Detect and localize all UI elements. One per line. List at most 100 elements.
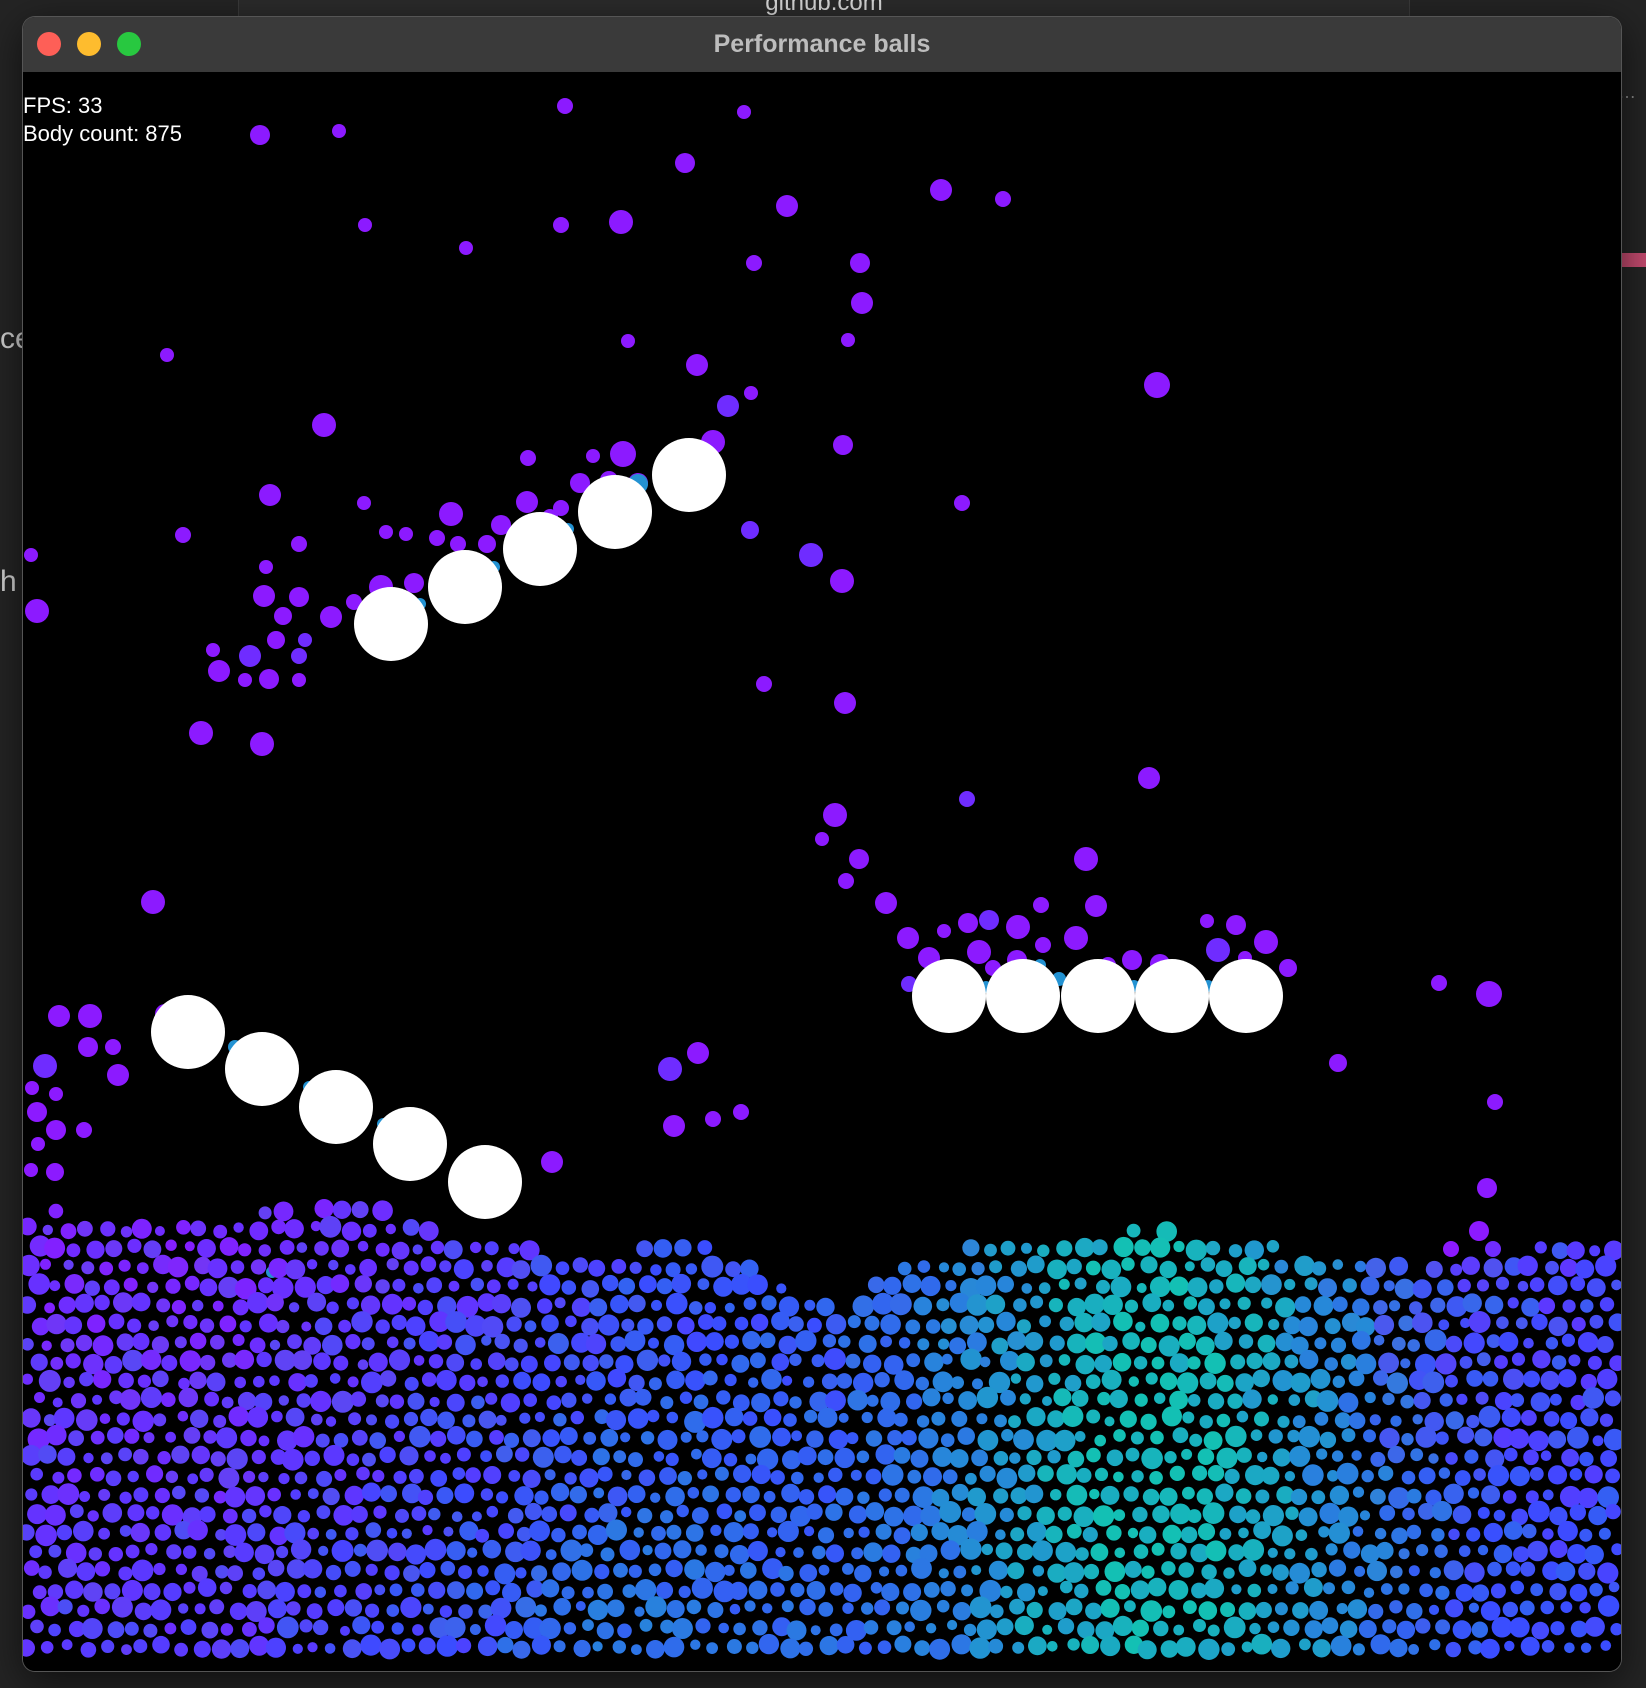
ball (163, 1582, 182, 1602)
ball (391, 1241, 410, 1260)
ball (1298, 1425, 1320, 1448)
ball (1379, 1505, 1396, 1521)
ball (1010, 1373, 1022, 1384)
ball (1290, 1372, 1311, 1393)
ball (58, 1296, 76, 1314)
ball (677, 1316, 695, 1335)
ball (1324, 1318, 1341, 1335)
ball (1406, 1488, 1422, 1504)
ball (883, 1276, 902, 1295)
ball (146, 1465, 164, 1483)
ball (213, 1414, 227, 1428)
ball (553, 217, 569, 233)
ball (426, 1277, 443, 1294)
ball (224, 1524, 247, 1546)
ball (296, 1242, 308, 1253)
ball (1053, 1429, 1076, 1452)
ball (856, 1450, 870, 1464)
ball (686, 1331, 707, 1353)
ball (1057, 1618, 1075, 1635)
ball (223, 1545, 237, 1558)
ball (67, 1468, 82, 1483)
ball (1254, 1411, 1269, 1427)
ball (1214, 1331, 1233, 1351)
ball (84, 1280, 100, 1296)
ball (1001, 1429, 1014, 1442)
ball (286, 1601, 301, 1616)
ball (932, 1446, 953, 1467)
ball (1542, 1489, 1554, 1501)
ball (206, 1372, 226, 1392)
ball (418, 1221, 439, 1241)
ball (716, 1390, 731, 1405)
ball (424, 1450, 436, 1462)
ball (684, 1559, 705, 1580)
ball (403, 1411, 419, 1427)
ball (379, 1370, 397, 1387)
ball (658, 1057, 682, 1081)
ball (176, 1220, 191, 1235)
ball (405, 1316, 426, 1336)
ball (691, 1577, 713, 1599)
ball (226, 1448, 248, 1470)
ball (233, 1222, 244, 1233)
ball (742, 1523, 759, 1540)
ball (1389, 1256, 1409, 1276)
window-titlebar[interactable]: Performance balls (23, 17, 1621, 73)
ball (446, 1541, 466, 1561)
ball (207, 1258, 228, 1279)
ball (203, 1430, 217, 1444)
ball (1238, 1334, 1254, 1349)
ball (1334, 1412, 1351, 1429)
ball (478, 1410, 497, 1429)
ball (693, 1394, 709, 1410)
ball (360, 1634, 382, 1656)
ball (656, 1316, 673, 1332)
ball (1141, 1447, 1163, 1470)
ball (334, 1584, 347, 1598)
ball (1026, 1449, 1042, 1466)
ball (498, 1523, 514, 1539)
ball (1112, 1615, 1133, 1636)
ball (1142, 1293, 1162, 1313)
ball (269, 1339, 281, 1351)
ball (938, 1568, 949, 1579)
ball (1457, 1426, 1475, 1444)
ball (1324, 1357, 1338, 1371)
ball (979, 910, 999, 930)
ball (250, 125, 270, 145)
ball (526, 1580, 544, 1598)
ball (678, 1585, 691, 1598)
ball (108, 1313, 125, 1330)
ball (1502, 1601, 1519, 1618)
ball (213, 1490, 227, 1504)
ball (326, 1301, 339, 1314)
ball (589, 1298, 608, 1317)
ball (979, 1465, 996, 1482)
static-body (912, 959, 986, 1033)
ball (428, 1581, 446, 1599)
ball (1216, 1374, 1234, 1392)
ball (183, 1427, 201, 1444)
ball (440, 1452, 451, 1464)
ball (1180, 1526, 1198, 1544)
ball (1299, 1638, 1311, 1651)
ball (782, 1450, 801, 1470)
ball (172, 1485, 186, 1500)
background-accent (1622, 253, 1646, 267)
ball (1095, 1580, 1112, 1596)
ball (1464, 1449, 1479, 1464)
ball (547, 1333, 569, 1354)
ball (804, 1299, 816, 1311)
ball (1496, 1316, 1509, 1329)
ball (480, 1488, 494, 1501)
ball (1026, 1375, 1044, 1393)
ball (355, 1583, 373, 1600)
ball (354, 1275, 372, 1293)
ball (497, 1636, 514, 1654)
ball (1391, 1336, 1406, 1351)
ball (1074, 1312, 1094, 1333)
ball (883, 1506, 904, 1527)
simulation-canvas[interactable]: FPS: 33 Body count: 875 (23, 72, 1621, 1671)
ball (924, 1352, 944, 1372)
